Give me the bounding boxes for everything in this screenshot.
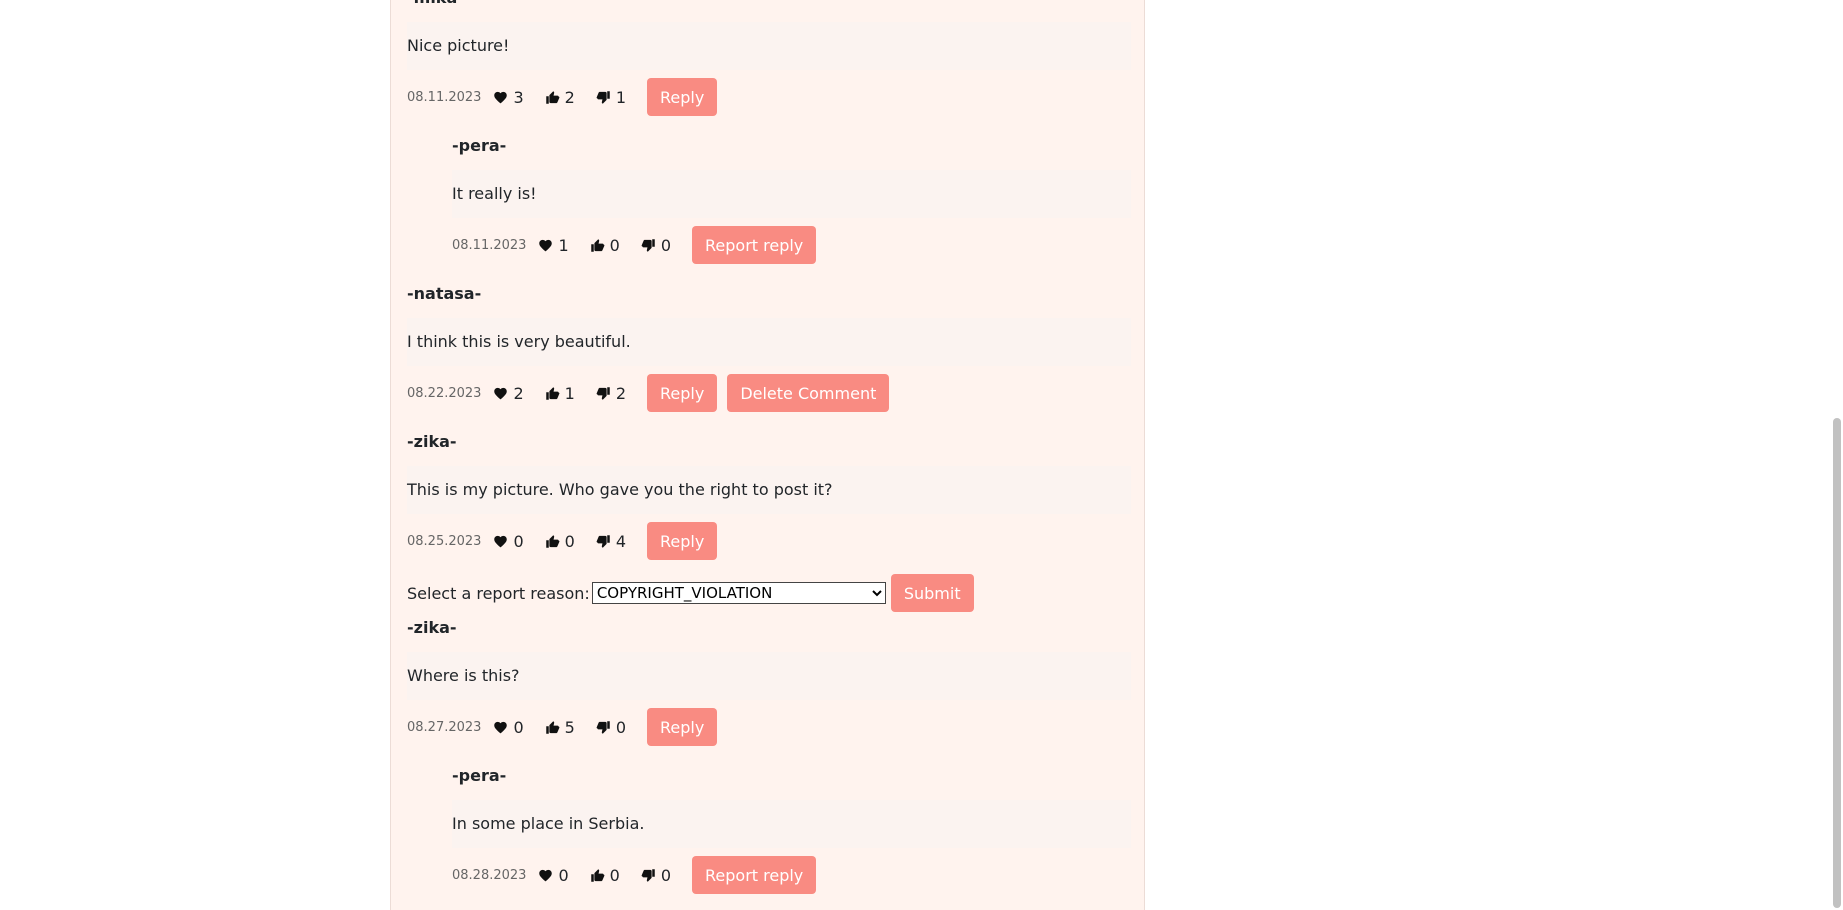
heart-icon (494, 91, 508, 103)
dislike-button[interactable]: 0 (641, 866, 671, 885)
like-button[interactable]: 0 (590, 236, 620, 255)
heart-count: 3 (513, 87, 524, 107)
thumbs-down-icon (596, 386, 610, 400)
dislike-button[interactable]: 0 (596, 718, 626, 737)
heart-icon (494, 535, 508, 547)
thumbs-up-icon (590, 868, 604, 882)
thumbs-up-icon (545, 386, 559, 400)
comment-date: 08.22.2023 (407, 385, 482, 401)
dislike-count: 0 (615, 717, 626, 737)
like-count: 0 (564, 531, 575, 551)
dislike-count: 4 (615, 531, 626, 551)
comment-author: -pera- (452, 766, 507, 785)
comment-author: -zika- (407, 432, 457, 451)
dislike-button[interactable]: 4 (596, 532, 626, 551)
comment-actions: 08.28.2023 0 0 0 Report reply (452, 855, 826, 895)
reply-button[interactable]: Reply (647, 522, 718, 560)
like-count: 2 (564, 87, 575, 107)
comment-author: -zika- (407, 618, 457, 637)
comment-text: This is my picture. Who gave you the rig… (407, 466, 1131, 514)
comment-text: It really is! (452, 170, 1131, 218)
comment-text: Nice picture! (407, 22, 1131, 70)
heart-button[interactable]: 1 (538, 235, 569, 255)
like-button[interactable]: 0 (590, 866, 620, 885)
comment-date: 08.11.2023 (407, 89, 482, 105)
like-count: 1 (564, 383, 575, 403)
heart-button[interactable]: 0 (493, 531, 524, 551)
heart-icon (539, 869, 553, 881)
report-form: Select a report reason: COPYRIGHT_VIOLAT… (407, 573, 984, 613)
report-reason-select[interactable]: COPYRIGHT_VIOLATION (591, 582, 886, 604)
comment-author: -pera- (452, 136, 507, 155)
dislike-count: 1 (615, 87, 626, 107)
submit-button[interactable]: Submit (890, 574, 974, 612)
dislike-count: 2 (615, 383, 626, 403)
delete-comment-button[interactable]: Delete Comment (727, 374, 890, 412)
like-button[interactable]: 2 (545, 88, 575, 107)
thumbs-up-icon (545, 534, 559, 548)
thumbs-up-icon (545, 720, 559, 734)
heart-count: 0 (558, 865, 569, 885)
comment-date: 08.25.2023 (407, 533, 482, 549)
comment-date: 08.11.2023 (452, 237, 527, 253)
comment-text: I think this is very beautiful. (407, 318, 1131, 366)
scrollbar[interactable] (1831, 0, 1843, 910)
thumbs-down-icon (641, 238, 655, 252)
heart-button[interactable]: 0 (493, 717, 524, 737)
comment-actions: 08.25.2023 0 0 4 Reply (407, 521, 727, 561)
scrollbar-thumb[interactable] (1833, 418, 1841, 908)
comment-author: -mika- (407, 0, 464, 8)
thumbs-down-icon (596, 720, 610, 734)
dislike-button[interactable]: 0 (641, 236, 671, 255)
heart-icon (494, 387, 508, 399)
comment-author: -natasa- (407, 284, 482, 303)
reply-button[interactable]: Reply (647, 708, 718, 746)
like-count: 0 (609, 235, 620, 255)
heart-count: 0 (513, 531, 524, 551)
dislike-button[interactable]: 2 (596, 384, 626, 403)
thumbs-down-icon (596, 534, 610, 548)
comment-text: In some place in Serbia. (452, 800, 1131, 848)
comment-date: 08.28.2023 (452, 867, 527, 883)
comment-actions: 08.27.2023 0 5 0 Reply (407, 707, 727, 747)
comment-actions: 08.11.2023 3 2 1 Reply (407, 77, 727, 117)
thumbs-up-icon (545, 90, 559, 104)
dislike-count: 0 (660, 865, 671, 885)
like-button[interactable]: 0 (545, 532, 575, 551)
comment-text: Where is this? (407, 652, 1131, 700)
heart-button[interactable]: 0 (538, 865, 569, 885)
heart-icon (539, 239, 553, 251)
comments-panel: -mika- Nice picture! 08.11.2023 3 2 1 Re… (390, 0, 1145, 910)
thumbs-down-icon (596, 90, 610, 104)
heart-button[interactable]: 2 (493, 383, 524, 403)
report-reply-button[interactable]: Report reply (692, 226, 817, 264)
heart-count: 2 (513, 383, 524, 403)
like-count: 5 (564, 717, 575, 737)
reply-button[interactable]: Reply (647, 374, 718, 412)
like-button[interactable]: 1 (545, 384, 575, 403)
comment-actions: 08.11.2023 1 0 0 Report reply (452, 225, 826, 265)
report-reply-button[interactable]: Report reply (692, 856, 817, 894)
report-reason-label: Select a report reason: (407, 583, 590, 603)
comment-actions: 08.22.2023 2 1 2 Reply Delete Comment (407, 373, 899, 413)
heart-icon (494, 721, 508, 733)
thumbs-up-icon (590, 238, 604, 252)
like-button[interactable]: 5 (545, 718, 575, 737)
thumbs-down-icon (641, 868, 655, 882)
comment-date: 08.27.2023 (407, 719, 482, 735)
like-count: 0 (609, 865, 620, 885)
dislike-count: 0 (660, 235, 671, 255)
heart-count: 1 (558, 235, 569, 255)
heart-count: 0 (513, 717, 524, 737)
reply-button[interactable]: Reply (647, 78, 718, 116)
heart-button[interactable]: 3 (493, 87, 524, 107)
dislike-button[interactable]: 1 (596, 88, 626, 107)
